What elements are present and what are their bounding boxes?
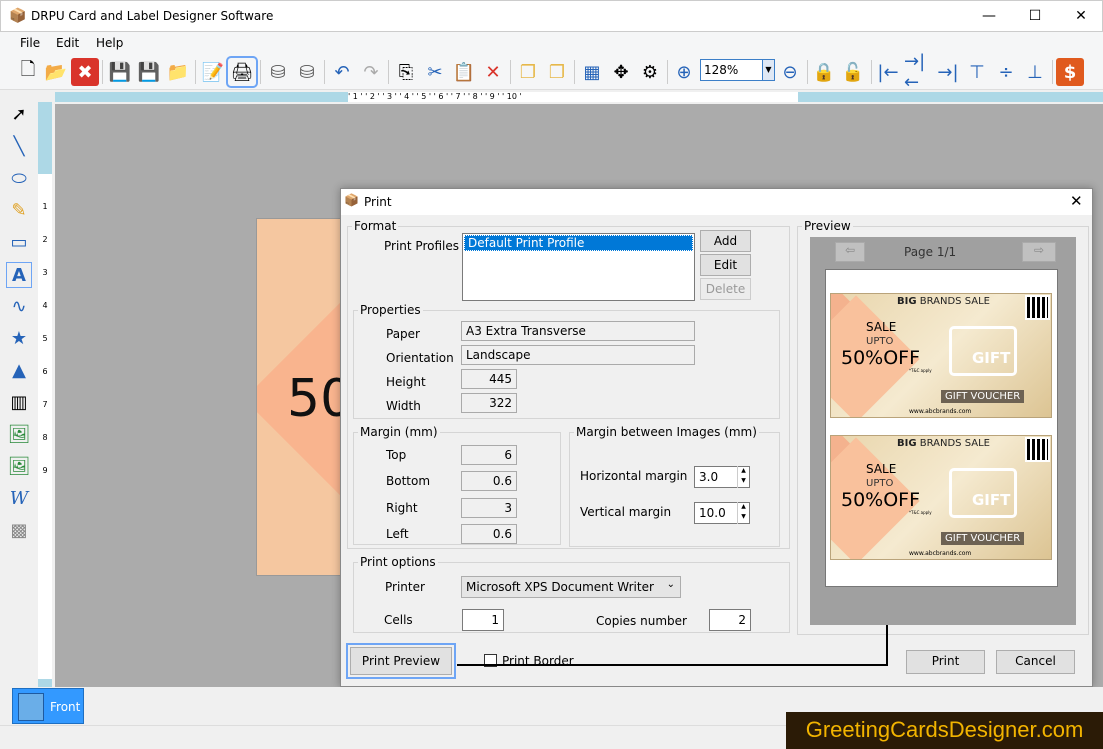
send-back-icon[interactable]: ❐ [543, 58, 571, 86]
zoom-select[interactable]: 128% ▼ [700, 59, 775, 81]
settings-center-icon[interactable]: ⚙ [636, 58, 664, 86]
watermark-tool-icon[interactable]: ▩ [6, 518, 32, 544]
card-design[interactable]: 50 [256, 218, 346, 576]
undo-icon[interactable]: ↶ [328, 58, 356, 86]
horizontal-ruler: ' 1 ' ' 2 ' ' 3 ' ' 4 ' ' 5 ' ' 6 ' ' 7 … [55, 92, 1103, 102]
lock-icon[interactable]: 🔒 [810, 58, 838, 86]
rectangle-tool-icon[interactable]: ▭ [6, 230, 32, 256]
paste-icon[interactable]: 📋 [450, 58, 478, 86]
grid-icon[interactable]: ▦ [578, 58, 606, 86]
maximize-button[interactable]: ☐ [1012, 1, 1058, 31]
minimize-button[interactable]: — [966, 1, 1012, 31]
title-bar: 📦 DRPU Card and Label Designer Software … [0, 0, 1103, 32]
edit-icon[interactable]: 📝 [199, 58, 227, 86]
print-icon[interactable]: 🖨 [226, 56, 258, 88]
watermark-banner: GreetingCardsDesigner.com [786, 712, 1103, 749]
zoom-out-icon[interactable]: ⊖ [776, 58, 804, 86]
next-page-button[interactable]: ⇨ [1022, 242, 1056, 262]
toolbar: 🗋 📂 ✖ 💾 💾 📁 📝 🖨 ⛁ ⛁ ↶ ↷ ⎘ ✂ 📋 ✕ ❐ ❐ ▦ ✥ … [0, 51, 1103, 93]
window-title: DRPU Card and Label Designer Software [31, 9, 274, 23]
align-top-icon[interactable]: ⊤ [963, 58, 991, 86]
menu-file[interactable]: File [20, 36, 40, 50]
qr-code-icon [1025, 437, 1050, 462]
select-tool-icon[interactable]: ➚ [6, 102, 32, 128]
open-icon[interactable]: 📂 [42, 58, 70, 86]
new-icon[interactable]: 🗋 [14, 58, 42, 86]
chevron-down-icon[interactable]: ▼ [762, 60, 774, 80]
align-left-icon[interactable]: |← [874, 58, 902, 86]
preview-card: BIG BRANDS SALE SALE UPTO 50%OFF *T&C appl… [830, 435, 1052, 560]
delete-icon[interactable]: ✕ [479, 58, 507, 86]
text-tool-icon[interactable]: A [6, 262, 32, 288]
image-tool-icon[interactable]: 🖼 [6, 422, 32, 448]
page-icon [18, 693, 44, 721]
app-icon: 📦 [9, 8, 27, 24]
gift-icon: GIFT [949, 326, 1017, 376]
bring-front-icon[interactable]: ❐ [514, 58, 542, 86]
menu-bar: File Edit Help [0, 32, 1103, 54]
copy-icon[interactable]: ⎘ [392, 58, 420, 86]
close-icon[interactable]: ✖ [71, 58, 99, 86]
database-add-icon[interactable]: ⛁ [264, 58, 292, 86]
align-bottom-icon[interactable]: ⊥ [1021, 58, 1049, 86]
ellipse-tool-icon[interactable]: ⬭ [6, 166, 32, 192]
menu-edit[interactable]: Edit [56, 36, 79, 50]
align-middle-icon[interactable]: ÷ [992, 58, 1020, 86]
image-library-icon[interactable]: 🖼 [6, 454, 32, 480]
barcode-tool-icon[interactable]: ▥ [6, 390, 32, 416]
save-icon[interactable]: 💾 [106, 58, 134, 86]
star-tool-icon[interactable]: ★ [6, 326, 32, 352]
gift-icon: GIFT [949, 468, 1017, 518]
align-right-icon[interactable]: →| [934, 58, 962, 86]
export-icon[interactable]: 📁 [164, 58, 192, 86]
save-as-icon[interactable]: 💾 [135, 58, 163, 86]
preview-card: BIG BRANDS SALE SALE UPTO 50%OFF *T&C appl… [830, 293, 1052, 418]
cut-icon[interactable]: ✂ [421, 58, 449, 86]
close-button[interactable]: ✕ [1058, 1, 1103, 31]
database-icon[interactable]: ⛁ [293, 58, 321, 86]
prev-page-button[interactable]: ⇦ [835, 242, 865, 262]
page-indicator: Page 1/1 [904, 245, 957, 259]
zoom-in-icon[interactable]: ⊕ [670, 58, 698, 86]
redo-icon[interactable]: ↷ [357, 58, 385, 86]
buy-icon[interactable]: $ [1056, 58, 1084, 86]
triangle-tool-icon[interactable]: ▲ [6, 358, 32, 384]
curve-tool-icon[interactable]: ∿ [6, 294, 32, 320]
menu-help[interactable]: Help [96, 36, 123, 50]
pencil-tool-icon[interactable]: ✎ [6, 198, 32, 224]
drawing-tools: ➚ ╲ ⬭ ✎ ▭ A ∿ ★ ▲ ▥ 🖼 🖼 W ▩ [0, 92, 37, 547]
wordart-tool-icon[interactable]: W [6, 486, 32, 512]
zoom-value: 128% [704, 63, 739, 77]
unlock-icon[interactable]: 🔓 [839, 58, 867, 86]
tab-front[interactable]: Front [12, 688, 84, 724]
vertical-ruler: 123456789 [38, 102, 52, 687]
move-center-icon[interactable]: ✥ [607, 58, 635, 86]
align-center-icon[interactable]: →|← [904, 51, 932, 93]
line-tool-icon[interactable]: ╲ [6, 134, 32, 160]
qr-code-icon [1025, 295, 1050, 320]
